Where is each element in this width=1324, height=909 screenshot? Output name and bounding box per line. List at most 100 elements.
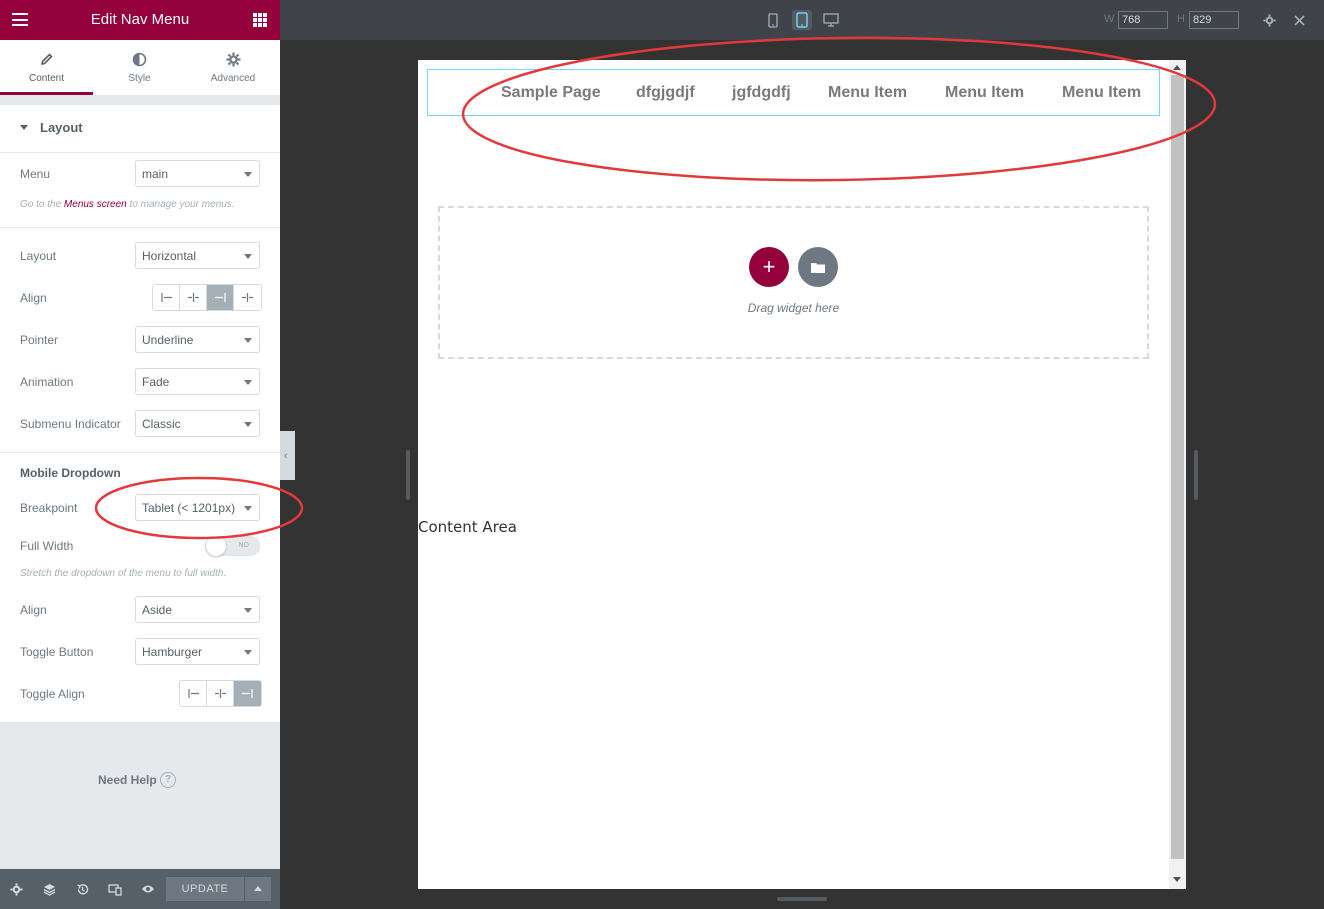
width-input[interactable]: 768: [1118, 11, 1168, 29]
nav-item[interactable]: dfgjgdjf: [636, 84, 695, 102]
panel-header: Edit Nav Menu: [0, 0, 280, 40]
collapse-panel-button[interactable]: ‹: [280, 431, 295, 480]
toggle-state-text: NO: [238, 542, 250, 549]
tab-style[interactable]: Style: [93, 40, 186, 95]
question-circle-icon[interactable]: ?: [160, 772, 176, 788]
toggle-align-choices: [179, 680, 262, 707]
close-icon[interactable]: [1291, 12, 1307, 28]
nav-item[interactable]: Menu Item: [828, 84, 907, 102]
submenu-indicator-select[interactable]: Classic: [135, 410, 260, 437]
nav-item[interactable]: Menu Item: [1062, 84, 1141, 102]
pointer-select-value: Underline: [142, 333, 194, 347]
toggle-align-label: Toggle Align: [20, 687, 85, 701]
scrollbar-thumb[interactable]: [1171, 75, 1184, 859]
toggle-align-right-option[interactable]: [234, 681, 261, 706]
widgets-grid-icon[interactable]: [253, 13, 267, 27]
align-right-option[interactable]: [207, 285, 234, 310]
desktop-icon: [823, 13, 839, 27]
align-center-option[interactable]: [180, 285, 207, 310]
full-width-label: Full Width: [20, 539, 74, 553]
mobile-device-button[interactable]: [763, 10, 783, 30]
panel-title: Edit Nav Menu: [90, 11, 190, 28]
toggle-align-left-option[interactable]: [180, 681, 207, 706]
tablet-device-button[interactable]: [792, 10, 812, 30]
content-area-text: Content Area: [418, 518, 517, 536]
height-input[interactable]: 829: [1189, 11, 1239, 29]
full-width-description: Stretch the dropdown of the menu to full…: [20, 568, 227, 579]
submenu-indicator-label: Submenu Indicator: [20, 417, 121, 431]
right-resize-handle[interactable]: [1194, 450, 1198, 500]
editor-panel: Edit Nav Menu Content Style Advanced Lay…: [0, 0, 280, 909]
pointer-select[interactable]: Underline: [135, 326, 260, 353]
desktop-device-button[interactable]: [821, 10, 841, 30]
chevron-down-icon: [244, 380, 252, 385]
drag-widget-hint: Drag widget here: [747, 301, 840, 315]
animation-select-value: Fade: [142, 375, 170, 389]
nav-menu-widget[interactable]: Sample Page dfgjgdjf jgfdgdfj Menu Item …: [427, 69, 1160, 116]
settings-gear-icon[interactable]: [8, 881, 24, 897]
tablet-icon: [796, 12, 808, 28]
layout-label: Layout: [20, 249, 57, 263]
align-choices: [152, 284, 262, 311]
dropdown-align-select[interactable]: Aside: [135, 596, 260, 623]
scroll-up-arrow-icon[interactable]: [1173, 65, 1181, 70]
left-resize-handle[interactable]: [406, 450, 410, 500]
chevron-down-icon: [244, 506, 252, 511]
update-button[interactable]: UPDATE: [166, 877, 244, 901]
add-template-button[interactable]: [798, 247, 838, 287]
toggle-align-center-option[interactable]: [207, 681, 234, 706]
chevron-down-icon: [244, 422, 252, 427]
breakpoint-select[interactable]: Tablet (< 1201px): [135, 494, 260, 521]
responsive-toolbar: W 768 H 829: [280, 0, 1324, 40]
bottom-resize-handle[interactable]: [777, 897, 827, 901]
chevron-down-icon: [244, 172, 252, 177]
chevron-down-icon: [244, 650, 252, 655]
add-section-button[interactable]: +: [749, 247, 789, 287]
nav-item[interactable]: Sample Page: [501, 84, 601, 102]
nav-item[interactable]: Menu Item: [945, 84, 1024, 102]
caret-up-icon: [254, 886, 262, 891]
width-label: W: [1104, 13, 1115, 25]
menu-select[interactable]: main: [135, 160, 260, 187]
height-label: H: [1177, 13, 1185, 25]
dropdown-align-label: Align: [20, 603, 47, 617]
full-width-toggle[interactable]: NO: [205, 536, 260, 556]
menu-help-prefix: Go to the: [20, 199, 64, 210]
preview-scrollbar[interactable]: [1169, 60, 1186, 889]
folder-icon: [811, 262, 825, 273]
align-left-option[interactable]: [153, 285, 180, 310]
scroll-down-arrow-icon[interactable]: [1173, 877, 1181, 882]
mobile-icon: [768, 12, 778, 28]
tab-content-label: Content: [28, 73, 65, 84]
align-justify-option[interactable]: [234, 285, 261, 310]
layout-select[interactable]: Horizontal: [135, 242, 260, 269]
dropdown-align-value: Aside: [142, 603, 173, 617]
responsive-mode-icon[interactable]: [107, 881, 123, 897]
history-icon[interactable]: [74, 881, 90, 897]
breakpoint-label: Breakpoint: [20, 501, 78, 515]
tab-advanced-label: Advanced: [210, 73, 256, 84]
tab-style-label: Style: [128, 73, 151, 84]
divider: [0, 452, 280, 453]
responsive-settings-gear-icon[interactable]: [1261, 12, 1277, 28]
animation-select[interactable]: Fade: [135, 368, 260, 395]
toggle-button-select[interactable]: Hamburger: [135, 638, 260, 665]
layout-section-header[interactable]: Layout: [0, 105, 280, 153]
nav-item[interactable]: jgfdgdfj: [732, 84, 791, 102]
toggle-button-value: Hamburger: [142, 645, 203, 659]
tab-advanced[interactable]: Advanced: [186, 40, 280, 95]
half-circle-icon: [93, 52, 186, 68]
menu-label: Menu: [20, 167, 51, 181]
toggle-button-label: Toggle Button: [20, 645, 94, 659]
update-options-button[interactable]: [245, 877, 271, 901]
need-help-link[interactable]: Need Help: [98, 773, 157, 787]
pencil-icon: [0, 52, 93, 68]
section-title: Layout: [40, 120, 83, 135]
widget-drop-zone[interactable]: + Drag widget here: [438, 206, 1149, 359]
chevron-left-icon: ‹: [284, 450, 288, 462]
tab-content[interactable]: Content: [0, 40, 93, 95]
layers-icon[interactable]: [41, 881, 57, 897]
eye-preview-icon[interactable]: [140, 881, 156, 897]
divider: [0, 227, 280, 228]
menus-screen-link[interactable]: Menus screen: [64, 199, 127, 210]
